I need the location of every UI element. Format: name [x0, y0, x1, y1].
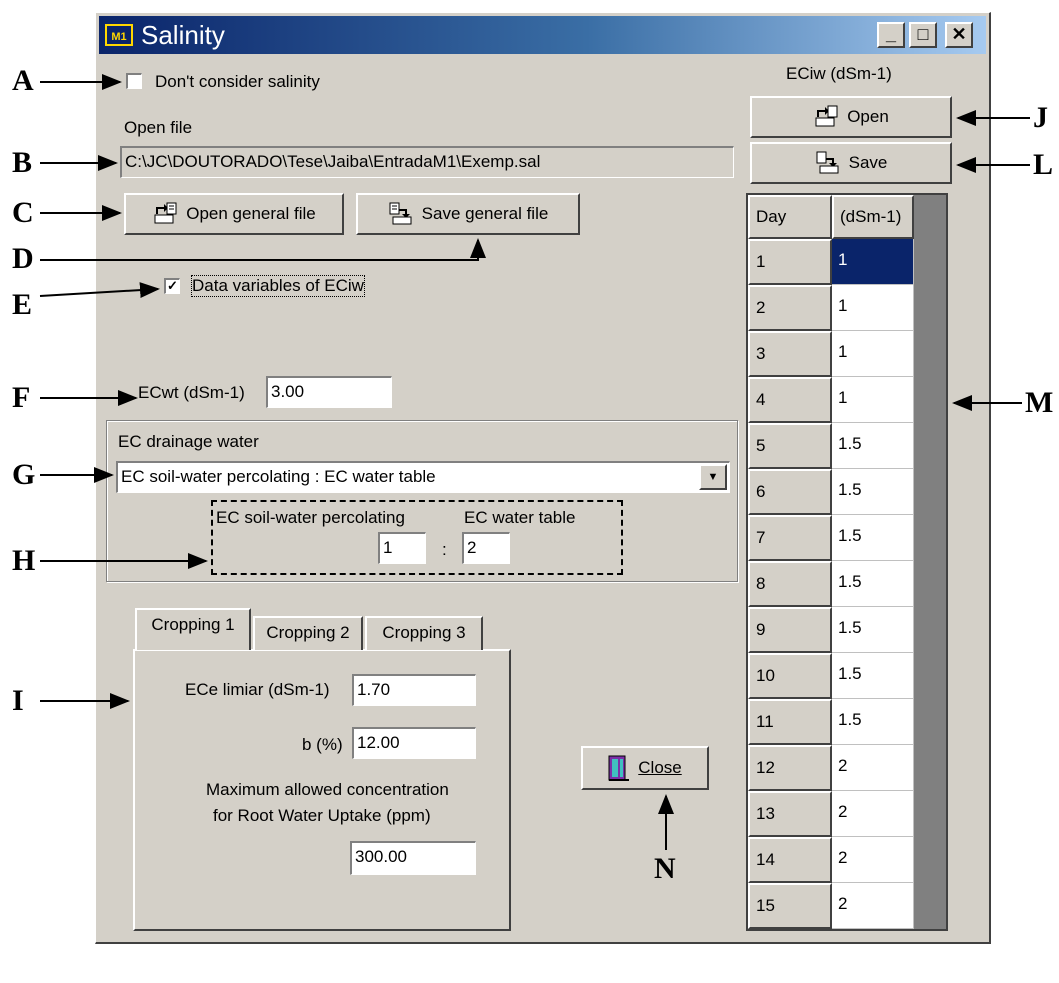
- annotation-n: N: [654, 852, 676, 885]
- annotation-i: I: [12, 684, 24, 717]
- annotation-c: C: [12, 196, 34, 229]
- tab-cropping-1[interactable]: Cropping 1: [135, 608, 251, 650]
- annotation-b: B: [12, 146, 33, 179]
- annotation-d: D: [12, 242, 34, 275]
- annotation-f: F: [12, 381, 31, 414]
- annotation-arrows: [39, 74, 1030, 850]
- annotation-g: G: [12, 458, 36, 491]
- annotation-m: M: [1025, 386, 1054, 419]
- annotation-e: E: [12, 288, 33, 321]
- annotation-h: H: [12, 544, 36, 577]
- annotation-l: L: [1033, 148, 1054, 181]
- annotation-a: A: [12, 64, 34, 97]
- annotation-j: J: [1033, 101, 1048, 134]
